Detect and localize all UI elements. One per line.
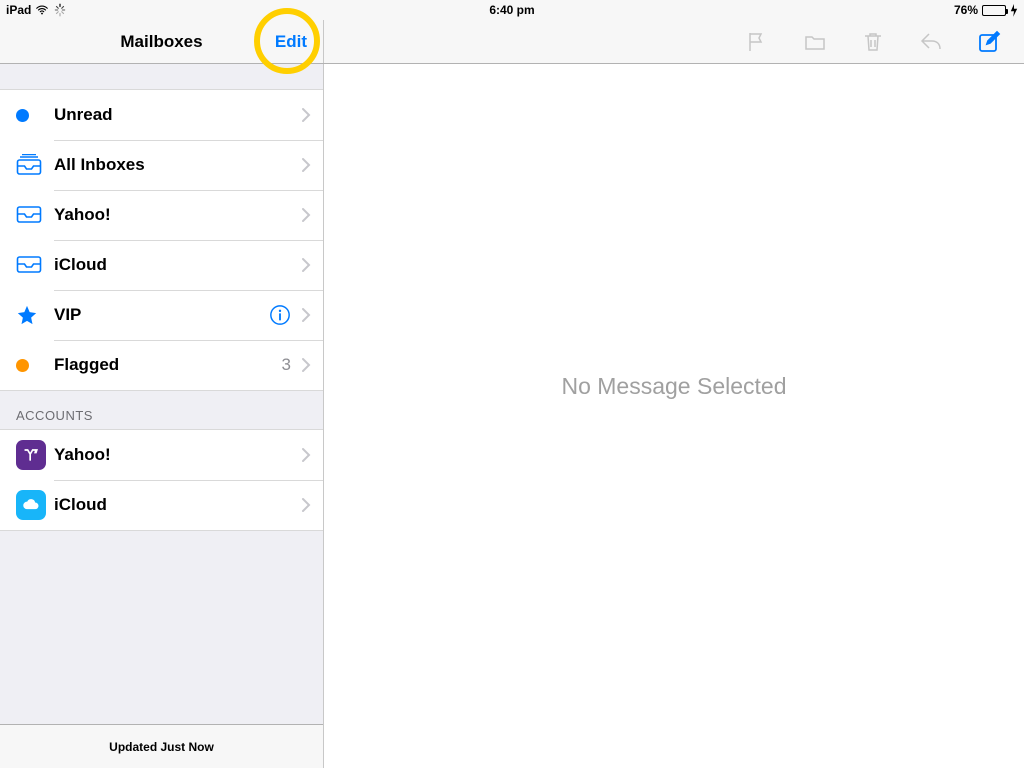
row-label: All Inboxes xyxy=(54,155,301,175)
activity-spinner-icon xyxy=(53,3,67,17)
sidebar-spacer xyxy=(0,64,323,90)
account-row-icloud[interactable]: iCloud xyxy=(0,480,323,530)
row-label: Yahoo! xyxy=(54,205,301,225)
row-label: Flagged xyxy=(54,355,282,375)
clock-label: 6:40 pm xyxy=(0,3,1024,17)
unread-dot-icon xyxy=(16,109,54,122)
page-title: Mailboxes xyxy=(120,32,202,52)
row-label: Unread xyxy=(54,105,301,125)
account-row-yahoo[interactable]: Yahoo! xyxy=(0,430,323,480)
battery-icon xyxy=(982,5,1006,16)
chevron-right-icon xyxy=(301,357,311,373)
mailbox-row-flagged[interactable]: Flagged 3 xyxy=(0,340,323,390)
chevron-right-icon xyxy=(301,257,311,273)
info-icon[interactable] xyxy=(269,304,291,326)
chevron-right-icon xyxy=(301,157,311,173)
icloud-badge-icon xyxy=(16,490,54,520)
battery-pct-label: 76% xyxy=(954,3,978,17)
inbox-icon xyxy=(16,256,54,274)
chevron-right-icon xyxy=(301,307,311,323)
reply-button[interactable] xyxy=(916,27,946,57)
all-inboxes-icon xyxy=(16,154,54,176)
accounts-section-header: ACCOUNTS xyxy=(0,390,323,430)
star-icon xyxy=(16,304,54,326)
mailbox-row-vip[interactable]: VIP xyxy=(0,290,323,340)
row-label: VIP xyxy=(54,305,269,325)
no-message-placeholder: No Message Selected xyxy=(561,373,786,400)
trash-button[interactable] xyxy=(858,27,888,57)
status-bar: iPad 6:40 pm 76% xyxy=(0,0,1024,20)
flagged-dot-icon xyxy=(16,359,54,372)
device-label: iPad xyxy=(6,3,31,17)
chevron-right-icon xyxy=(301,107,311,123)
inbox-icon xyxy=(16,206,54,224)
mailboxes-sidebar: Unread All Inboxes Yahoo! xyxy=(0,64,324,768)
charging-icon xyxy=(1010,4,1018,16)
row-label: Yahoo! xyxy=(54,445,301,465)
chevron-right-icon xyxy=(301,497,311,513)
flagged-count: 3 xyxy=(282,355,291,375)
edit-button[interactable]: Edit xyxy=(275,20,307,63)
chevron-right-icon xyxy=(301,447,311,463)
sidebar-empty-area xyxy=(0,530,323,724)
nav-bar: Mailboxes Edit xyxy=(0,20,1024,64)
mailbox-row-all-inboxes[interactable]: All Inboxes xyxy=(0,140,323,190)
chevron-right-icon xyxy=(301,207,311,223)
mailbox-row-yahoo[interactable]: Yahoo! xyxy=(0,190,323,240)
move-button[interactable] xyxy=(800,27,830,57)
wifi-icon xyxy=(35,3,49,17)
flag-button[interactable] xyxy=(742,27,772,57)
row-label: iCloud xyxy=(54,255,301,275)
sidebar-footer-status: Updated Just Now xyxy=(0,724,323,768)
mailbox-row-unread[interactable]: Unread xyxy=(0,90,323,140)
mailbox-row-icloud[interactable]: iCloud xyxy=(0,240,323,290)
compose-button[interactable] xyxy=(974,27,1004,57)
yahoo-badge-icon xyxy=(16,440,54,470)
message-pane: No Message Selected xyxy=(324,64,1024,768)
row-label: iCloud xyxy=(54,495,301,515)
